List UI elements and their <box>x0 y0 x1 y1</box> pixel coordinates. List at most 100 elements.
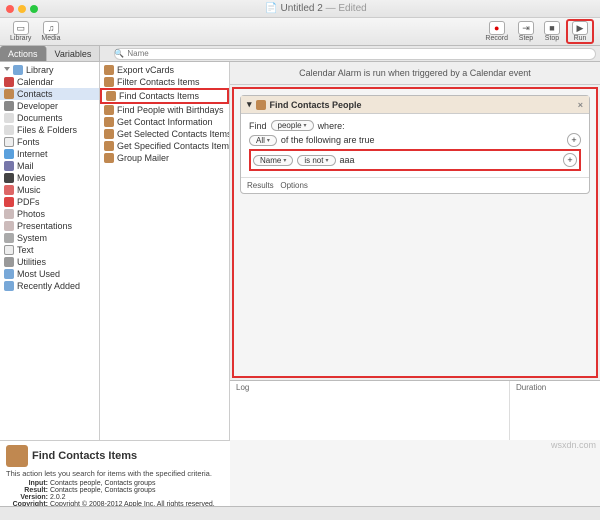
library-item[interactable]: Music <box>0 184 99 196</box>
step-button[interactable]: ⇥Step <box>514 19 538 44</box>
action-icon <box>104 153 114 163</box>
action-item[interactable]: Get Selected Contacts Items <box>100 128 229 140</box>
record-icon: ● <box>489 21 505 35</box>
library-item[interactable]: Photos <box>0 208 99 220</box>
utilities-icon <box>4 257 14 267</box>
action-item[interactable]: Group Mailer <box>100 152 229 164</box>
folder-icon <box>13 65 23 75</box>
condition-operator-select[interactable]: is not <box>297 155 335 166</box>
library-tabs: Actions Variables 🔍 <box>0 46 600 62</box>
photos-icon <box>4 209 14 219</box>
library-item[interactable]: PDFs <box>0 196 99 208</box>
library-item[interactable]: Utilities <box>0 256 99 268</box>
action-header[interactable]: ▾ Find Contacts People × <box>241 96 589 114</box>
condition-field-select[interactable]: Name <box>253 155 293 166</box>
action-icon <box>106 91 116 101</box>
library-root[interactable]: Library <box>0 64 99 76</box>
disclosure-icon[interactable]: ▾ <box>247 99 252 110</box>
library-item[interactable]: Mail <box>0 160 99 172</box>
action-item[interactable]: Get Contact Information <box>100 116 229 128</box>
tab-actions[interactable]: Actions <box>0 46 47 61</box>
play-icon: ▶ <box>572 21 588 35</box>
disclosure-icon[interactable] <box>4 67 10 73</box>
media-icon: ♫ <box>43 21 59 35</box>
info-description: This action lets you search for items wi… <box>6 469 224 478</box>
library-item[interactable]: Documents <box>0 112 99 124</box>
library-item[interactable]: Calendar <box>0 76 99 88</box>
workflow-area: Calendar Alarm is run when triggered by … <box>230 62 600 440</box>
zoom-icon[interactable] <box>30 5 38 13</box>
scope-tail: of the following are true <box>281 135 375 145</box>
stop-icon: ■ <box>544 21 560 35</box>
find-label: Find <box>249 121 267 131</box>
action-item[interactable]: Export vCards <box>100 64 229 76</box>
find-target-select[interactable]: people <box>271 120 314 131</box>
pdf-icon <box>4 197 14 207</box>
action-icon <box>104 129 114 139</box>
library-item[interactable]: Presentations <box>0 220 99 232</box>
results-tab[interactable]: Results <box>247 181 274 190</box>
titlebar: 📄 Untitled 2 — Edited <box>0 0 600 18</box>
workflow-canvas[interactable]: ▾ Find Contacts People × Find people whe… <box>232 87 598 378</box>
search-icon: 🔍 <box>114 49 124 58</box>
action-title: Find Contacts People <box>270 100 362 110</box>
window-controls[interactable] <box>6 5 38 13</box>
scope-select[interactable]: All <box>249 135 277 146</box>
movies-icon <box>4 173 14 183</box>
library-icon: ▭ <box>13 21 29 35</box>
media-toggle-button[interactable]: ♫Media <box>37 21 64 42</box>
action-footer: Results Options <box>241 177 589 193</box>
contacts-icon <box>256 100 266 110</box>
system-icon <box>4 233 14 243</box>
actions-list: Export vCards Filter Contacts Items Find… <box>100 62 230 440</box>
library-item[interactable]: System <box>0 232 99 244</box>
library-most-used[interactable]: Most Used <box>0 268 99 280</box>
library-sidebar: Library Calendar Contacts Developer Docu… <box>0 62 100 440</box>
library-item[interactable]: Developer <box>0 100 99 112</box>
log-panel: Log Duration <box>230 380 600 440</box>
stop-button[interactable]: ■Stop <box>540 19 564 44</box>
status-bar <box>0 506 600 520</box>
step-icon: ⇥ <box>518 21 534 35</box>
close-icon[interactable] <box>6 5 14 13</box>
library-item[interactable]: Internet <box>0 148 99 160</box>
documents-icon <box>4 113 14 123</box>
fonts-icon <box>4 137 14 147</box>
log-column: Log <box>230 381 510 440</box>
action-item[interactable]: Filter Contacts Items <box>100 76 229 88</box>
close-action-button[interactable]: × <box>578 100 583 110</box>
developer-icon <box>4 101 14 111</box>
record-button[interactable]: ●Record <box>481 19 512 44</box>
watermark: wsxdn.com <box>551 440 596 450</box>
window-title: 📄 Untitled 2 — Edited <box>38 3 594 14</box>
workflow-action-card[interactable]: ▾ Find Contacts People × Find people whe… <box>240 95 590 194</box>
calendar-icon <box>4 77 14 87</box>
library-toggle-button[interactable]: ▭Library <box>6 21 35 42</box>
search-field: 🔍 <box>100 46 600 61</box>
tab-variables[interactable]: Variables <box>47 46 101 61</box>
action-item[interactable]: Get Specified Contacts Items <box>100 140 229 152</box>
condition-value[interactable]: aaa <box>340 155 355 165</box>
library-item[interactable]: Movies <box>0 172 99 184</box>
library-item[interactable]: Text <box>0 244 99 256</box>
add-condition-button[interactable]: + <box>563 153 577 167</box>
info-title: Find Contacts Items <box>6 445 224 467</box>
action-item[interactable]: Find People with Birthdays <box>100 104 229 116</box>
library-item[interactable]: Fonts <box>0 136 99 148</box>
action-item-find-contacts[interactable]: Find Contacts Items <box>100 88 229 104</box>
library-item-contacts[interactable]: Contacts <box>0 88 99 100</box>
run-button[interactable]: ▶Run <box>566 19 594 44</box>
files-icon <box>4 125 14 135</box>
minimize-icon[interactable] <box>18 5 26 13</box>
workflow-banner: Calendar Alarm is run when triggered by … <box>230 62 600 85</box>
search-input[interactable] <box>114 48 596 60</box>
action-icon <box>104 65 114 75</box>
library-item[interactable]: Files & Folders <box>0 124 99 136</box>
toolbar: ▭Library ♫Media ●Record ⇥Step ■Stop ▶Run <box>0 18 600 46</box>
library-recently-added[interactable]: Recently Added <box>0 280 99 292</box>
text-icon <box>4 245 14 255</box>
contacts-icon <box>6 445 28 467</box>
options-tab[interactable]: Options <box>280 181 308 190</box>
action-icon <box>104 105 114 115</box>
add-condition-button[interactable]: + <box>567 133 581 147</box>
